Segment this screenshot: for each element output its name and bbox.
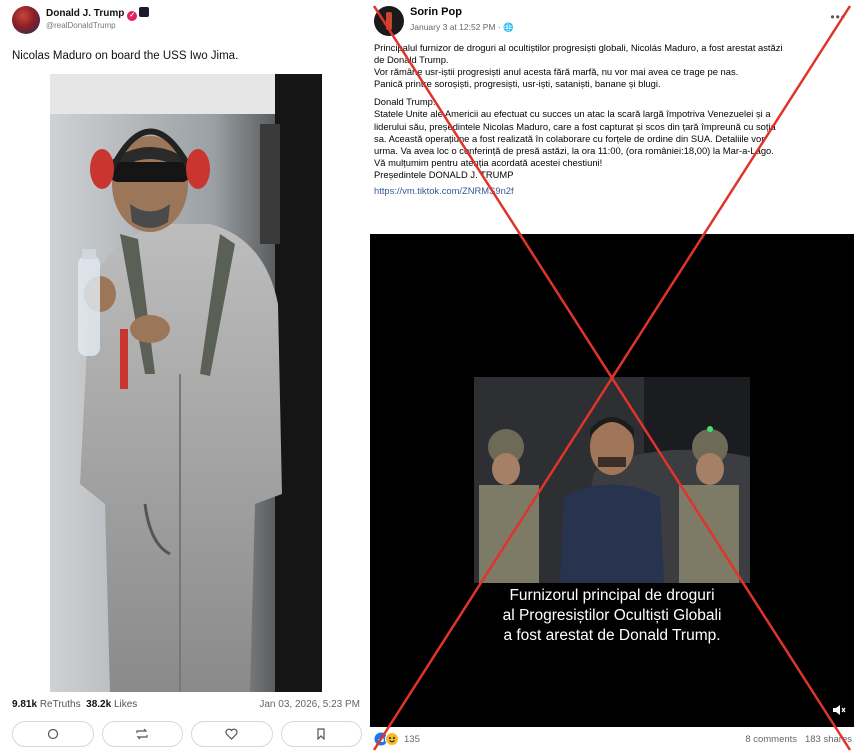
video-caption: Furnizorul principal de droguri al Progr… xyxy=(370,586,854,646)
reactions-icon[interactable] xyxy=(374,732,402,746)
caption-line: Furnizorul principal de droguri xyxy=(509,587,715,604)
video-illustration xyxy=(474,377,750,583)
post-stats: 9.81k ReTruths 38.2k Likes xyxy=(12,699,137,710)
video-player[interactable]: Furnizorul principal de droguri al Progr… xyxy=(370,234,854,727)
body-line: urma. Va avea loc o conferință de presă … xyxy=(374,144,774,156)
retruth-icon xyxy=(136,728,148,740)
body-line: de Donald Trump. xyxy=(374,54,449,66)
body-line: Vă mulțumim pentru atenția acordată aces… xyxy=(374,156,603,168)
reply-button[interactable] xyxy=(12,721,94,747)
speaker-muted-icon xyxy=(833,705,846,715)
retruths-count[interactable]: 9.81k xyxy=(12,699,37,710)
body-line: Statele Unite ale Americii au efectuat c… xyxy=(374,108,771,120)
reply-icon xyxy=(47,728,58,740)
video-frame xyxy=(474,377,750,583)
post-timestamp[interactable]: Jan 03, 2026, 5:23 PM xyxy=(259,699,360,710)
post-footer: 135 8 comments 183 shares xyxy=(374,731,852,749)
more-options-icon[interactable]: ••• xyxy=(830,10,846,24)
bookmark-icon xyxy=(317,728,325,740)
caption-line: al Progresiștilor Ocultiști Globali xyxy=(502,607,722,624)
post-body: Principalul furnizor de droguri al ocult… xyxy=(374,42,848,197)
globe-icon: 🌐 xyxy=(503,22,514,32)
author-name-text[interactable]: Donald J. Trump xyxy=(46,8,124,19)
author-name[interactable]: Donald J. Trump ✓ xyxy=(46,7,150,21)
comments-shares: 8 comments 183 shares xyxy=(745,734,852,745)
post-timestamp-text[interactable]: January 3 at 12:52 PM · xyxy=(410,22,503,32)
body-line: Președintele DONALD J. TRUMP xyxy=(374,168,514,180)
body-line: sa. Această operațiune a fost realizată … xyxy=(374,132,765,144)
truth-social-post: Donald J. Trump ✓ @realDonaldTrump Nicola… xyxy=(0,0,368,756)
like-button[interactable] xyxy=(191,721,273,747)
tiktok-link[interactable]: https://vm.tiktok.com/ZNRMS9n2f xyxy=(374,185,848,197)
author-avatar[interactable] xyxy=(374,6,404,36)
likes-count[interactable]: 38.2k xyxy=(86,699,111,710)
author-handle[interactable]: @realDonaldTrump xyxy=(46,21,116,30)
retruths-label[interactable]: ReTruths xyxy=(40,699,81,710)
like-icon xyxy=(225,728,238,740)
comments-count[interactable]: 8 comments xyxy=(745,734,797,745)
reactions-count[interactable]: 135 xyxy=(404,734,420,745)
author-avatar[interactable] xyxy=(12,6,40,34)
facebook-post: Sorin Pop January 3 at 12:52 PM · 🌐 ••• … xyxy=(368,0,856,756)
post-timestamp[interactable]: January 3 at 12:52 PM · 🌐 xyxy=(410,22,514,33)
post-photo[interactable] xyxy=(50,74,322,692)
body-line: Vor rămâne usr-iștii progresiști anul ac… xyxy=(374,66,739,78)
likes-label[interactable]: Likes xyxy=(114,699,137,710)
caption-line: a fost arestat de Donald Trump. xyxy=(503,627,721,644)
photo-illustration xyxy=(50,74,322,692)
badge-icon xyxy=(139,7,150,17)
verified-icon: ✓ xyxy=(127,11,138,21)
bookmark-button[interactable] xyxy=(280,721,362,747)
post-actions xyxy=(12,721,362,747)
shares-count[interactable]: 183 shares xyxy=(805,734,852,745)
body-line: Panică printre soroșiști, progresiști, u… xyxy=(374,78,661,90)
author-name[interactable]: Sorin Pop xyxy=(410,6,462,18)
body-line: Principalul furnizor de droguri al ocult… xyxy=(374,42,783,53)
body-line: liderului său, președintele Nicolas Madu… xyxy=(374,120,776,132)
body-line: Donald Trump: xyxy=(374,96,436,108)
post-text: Nicolas Maduro on board the USS Iwo Jima… xyxy=(12,50,239,62)
mute-icon[interactable] xyxy=(832,703,846,717)
retruth-button[interactable] xyxy=(101,721,183,747)
